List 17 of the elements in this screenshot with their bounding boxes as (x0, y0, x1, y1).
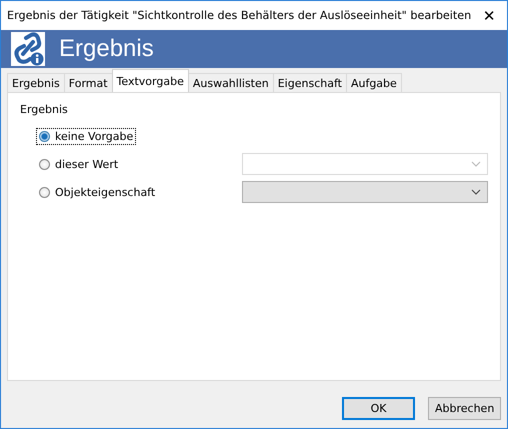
radio-option[interactable]: keine Vorgabe (36, 128, 136, 144)
tab[interactable]: Aufgabe (346, 73, 402, 92)
dialog-button[interactable]: Abbrechen (428, 397, 501, 420)
radio-option[interactable]: dieser Wert (36, 156, 180, 172)
tab[interactable]: Ergebnis (7, 73, 65, 92)
window-title: Ergebnis der Tätigkeit "Sichtkontrolle des Behälters der Auslöseeinheit" bearbeiten (7, 9, 472, 22)
link-info-icon (11, 32, 45, 66)
chevron-down-icon (471, 189, 481, 195)
banner-title: Ergebnis (59, 35, 154, 63)
dialog-button[interactable]: OK (342, 397, 415, 420)
group-label: Ergebnis (20, 103, 68, 116)
tab[interactable]: Textvorgabe (112, 69, 189, 92)
close-button[interactable]: ✕ (471, 2, 507, 30)
radio-option[interactable]: Objekteigenschaft (36, 184, 180, 200)
dropdown-field[interactable] (242, 181, 488, 203)
tab[interactable]: Eigenschaft (272, 73, 347, 92)
chevron-down-icon (471, 161, 481, 167)
